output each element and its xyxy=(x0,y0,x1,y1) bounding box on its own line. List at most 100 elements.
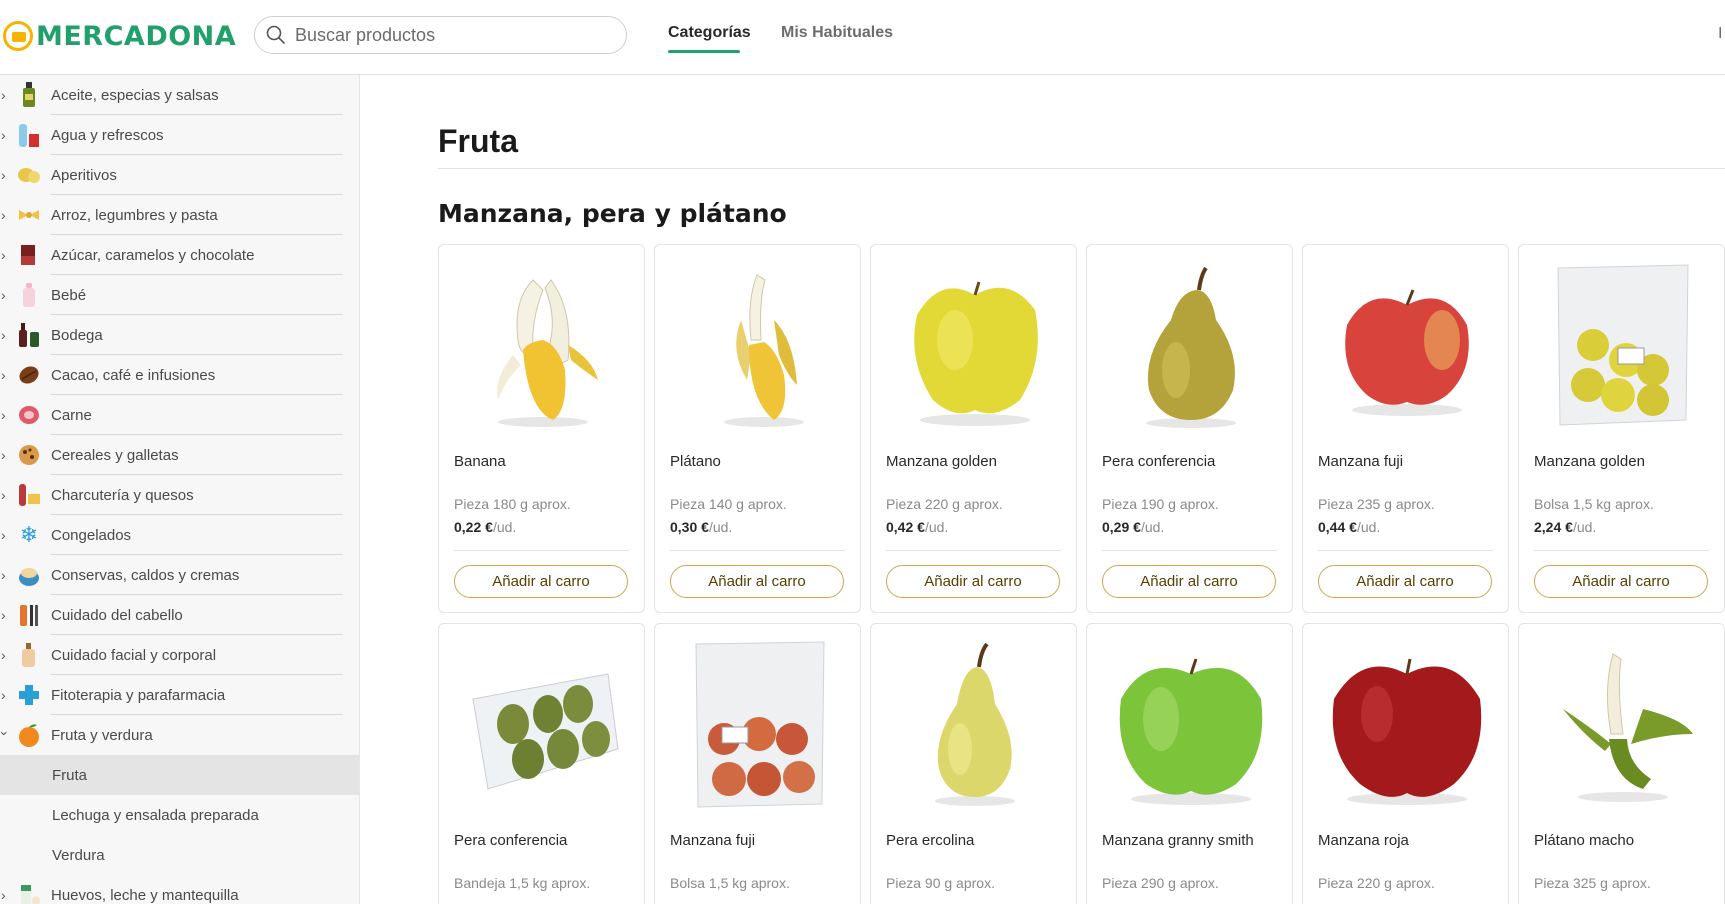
banana-image[interactable] xyxy=(454,255,631,435)
product-card[interactable]: Manzana roja Pieza 220 g aprox. xyxy=(1302,623,1509,904)
product-format: Pieza 325 g aprox. xyxy=(1534,875,1651,891)
product-price: 0,29 €/ud. xyxy=(1102,519,1165,535)
product-name: Plátano macho xyxy=(1534,832,1635,849)
top-header: MERCADONA Categorías Mis Habituales I xyxy=(0,0,1725,75)
sidebar-subitem-lechuga[interactable]: Lechuga y ensalada preparada xyxy=(0,795,359,835)
pear-image[interactable] xyxy=(1102,255,1279,435)
product-card[interactable]: Banana Pieza 180 g aprox. 0,22 €/ud. Aña… xyxy=(438,244,645,613)
add-to-cart-button[interactable]: Añadir al carro xyxy=(1534,565,1708,598)
sidebar-subitem-verdura[interactable]: Verdura xyxy=(0,835,359,875)
add-to-cart-button[interactable]: Añadir al carro xyxy=(1102,565,1276,598)
sidebar-item-label: Conservas, caldos y cremas xyxy=(51,566,240,584)
add-to-cart-button[interactable]: Añadir al carro xyxy=(886,565,1060,598)
chevron-right-icon: › xyxy=(1,247,6,263)
chevron-right-icon: › xyxy=(1,127,6,143)
red-apple-image[interactable] xyxy=(1318,634,1495,814)
product-card[interactable]: Manzana golden Bolsa 1,5 kg aprox. 2,24 … xyxy=(1518,244,1725,613)
product-name: Manzana granny smith xyxy=(1102,832,1254,849)
sidebar-subitem-fruta[interactable]: Fruta xyxy=(0,755,359,795)
search-box[interactable] xyxy=(254,16,627,54)
sidebar-item-conservas[interactable]: › Conservas, caldos y cremas xyxy=(0,555,359,595)
sidebar-item-facial[interactable]: › Cuidado facial y corporal xyxy=(0,635,359,675)
product-format: Pieza 140 g aprox. xyxy=(670,496,787,512)
product-name: Manzana fuji xyxy=(1318,453,1404,470)
product-price: 0,42 €/ud. xyxy=(886,519,949,535)
chevron-right-icon: › xyxy=(1,207,6,223)
chevron-right-icon: › xyxy=(1,687,6,703)
sidebar-item-charcuteria[interactable]: › Charcutería y quesos xyxy=(0,475,359,515)
sidebar-item-huevos[interactable]: › Huevos, leche y mantequilla xyxy=(0,875,359,904)
header-edge-text[interactable]: I xyxy=(1718,25,1722,43)
sidebar-item-cereales[interactable]: › Cereales y galletas xyxy=(0,435,359,475)
product-card[interactable]: Plátano Pieza 140 g aprox. 0,30 €/ud. Añ… xyxy=(654,244,861,613)
sidebar-item-fitoterapia[interactable]: › Fitoterapia y parafarmacia xyxy=(0,675,359,715)
ercolina-pear-image[interactable] xyxy=(886,634,1063,814)
product-card[interactable]: Manzana golden Pieza 220 g aprox. 0,42 €… xyxy=(870,244,1077,613)
can-icon xyxy=(16,562,42,588)
sidebar-item-label: Arroz, legumbres y pasta xyxy=(51,206,218,224)
golden-apple-bag-image[interactable] xyxy=(1534,255,1711,435)
active-tab-indicator xyxy=(668,50,740,53)
granny-smith-image[interactable] xyxy=(1102,634,1279,814)
pear-tray-image[interactable] xyxy=(454,634,631,814)
product-price: 0,44 €/ud. xyxy=(1318,519,1381,535)
product-name: Pera conferencia xyxy=(454,832,568,849)
product-card[interactable]: Pera ercolina Pieza 90 g aprox. xyxy=(870,623,1077,904)
product-card[interactable]: Manzana granny smith Pieza 290 g aprox. xyxy=(1086,623,1293,904)
product-format: Pieza 290 g aprox. xyxy=(1102,875,1219,891)
sidebar-item-agua[interactable]: › Agua y refrescos xyxy=(0,115,359,155)
cheese-icon xyxy=(16,482,42,508)
tab-mis-habituales[interactable]: Mis Habituales xyxy=(781,24,893,42)
product-card[interactable]: Plátano macho Pieza 325 g aprox. xyxy=(1518,623,1725,904)
chevron-down-icon: › xyxy=(0,731,13,739)
sidebar-item-aperitivos[interactable]: › Aperitivos xyxy=(0,155,359,195)
pasta-icon xyxy=(16,202,42,228)
cream-icon xyxy=(16,642,42,668)
platano-macho-image[interactable] xyxy=(1534,634,1711,814)
search-input[interactable] xyxy=(293,23,597,47)
sidebar-item-cabello[interactable]: › Cuidado del cabello xyxy=(0,595,359,635)
sidebar-subitem-label: Verdura xyxy=(52,846,105,864)
sidebar-item-label: Carne xyxy=(51,406,92,424)
sidebar-item-aceite[interactable]: › Aceite, especias y salsas xyxy=(0,75,359,115)
sidebar-item-cacao[interactable]: › Cacao, café e infusiones xyxy=(0,355,359,395)
add-to-cart-button[interactable]: Añadir al carro xyxy=(670,565,844,598)
cookie-icon xyxy=(16,442,42,468)
baby-bottle-icon xyxy=(16,282,42,308)
chevron-right-icon: › xyxy=(1,167,6,183)
mercadona-logo[interactable]: MERCADONA xyxy=(3,20,236,52)
product-card[interactable]: Manzana fuji Pieza 235 g aprox. 0,44 €/u… xyxy=(1302,244,1509,613)
comb-icon xyxy=(16,602,42,628)
sidebar-item-arroz[interactable]: › Arroz, legumbres y pasta xyxy=(0,195,359,235)
golden-apple-image[interactable] xyxy=(886,255,1063,435)
main-content: Fruta Manzana, pera y plátano Banana Pie… xyxy=(360,75,1725,904)
product-name: Banana xyxy=(454,453,506,470)
fuji-apple-bag-image[interactable] xyxy=(670,634,847,814)
product-price: 2,24 €/ud. xyxy=(1534,519,1597,535)
add-to-cart-button[interactable]: Añadir al carro xyxy=(1318,565,1492,598)
product-name: Manzana golden xyxy=(886,453,997,470)
product-card[interactable]: Pera conferencia Pieza 190 g aprox. 0,29… xyxy=(1086,244,1293,613)
sidebar-item-azucar[interactable]: › Azúcar, caramelos y chocolate xyxy=(0,235,359,275)
product-card[interactable]: Manzana fuji Bolsa 1,5 kg aprox. xyxy=(654,623,861,904)
product-price: 0,30 €/ud. xyxy=(670,519,733,535)
chevron-right-icon: › xyxy=(1,407,6,423)
divider xyxy=(438,168,1725,169)
sidebar-item-bebe[interactable]: › Bebé xyxy=(0,275,359,315)
sidebar-item-label: Congelados xyxy=(51,526,132,544)
product-format: Pieza 220 g aprox. xyxy=(886,496,1003,512)
sidebar-item-label: Huevos, leche y mantequilla xyxy=(51,886,239,904)
sidebar-item-congelados[interactable]: › ❄ Congelados xyxy=(0,515,359,555)
tab-categorias[interactable]: Categorías xyxy=(668,24,751,42)
chevron-right-icon: › xyxy=(1,447,6,463)
platano-image[interactable] xyxy=(670,255,847,435)
sidebar-item-bodega[interactable]: › Bodega xyxy=(0,315,359,355)
sidebar-item-carne[interactable]: › Carne xyxy=(0,395,359,435)
fuji-apple-image[interactable] xyxy=(1318,255,1495,435)
section-title: Manzana, pera y plátano xyxy=(438,199,787,228)
product-card[interactable]: Pera conferencia Bandeja 1,5 kg aprox. xyxy=(438,623,645,904)
sidebar-item-fruta-verdura[interactable]: › Fruta y verdura xyxy=(0,715,359,755)
oil-bottle-icon xyxy=(16,82,42,108)
product-name: Pera ercolina xyxy=(886,832,975,849)
add-to-cart-button[interactable]: Añadir al carro xyxy=(454,565,628,598)
